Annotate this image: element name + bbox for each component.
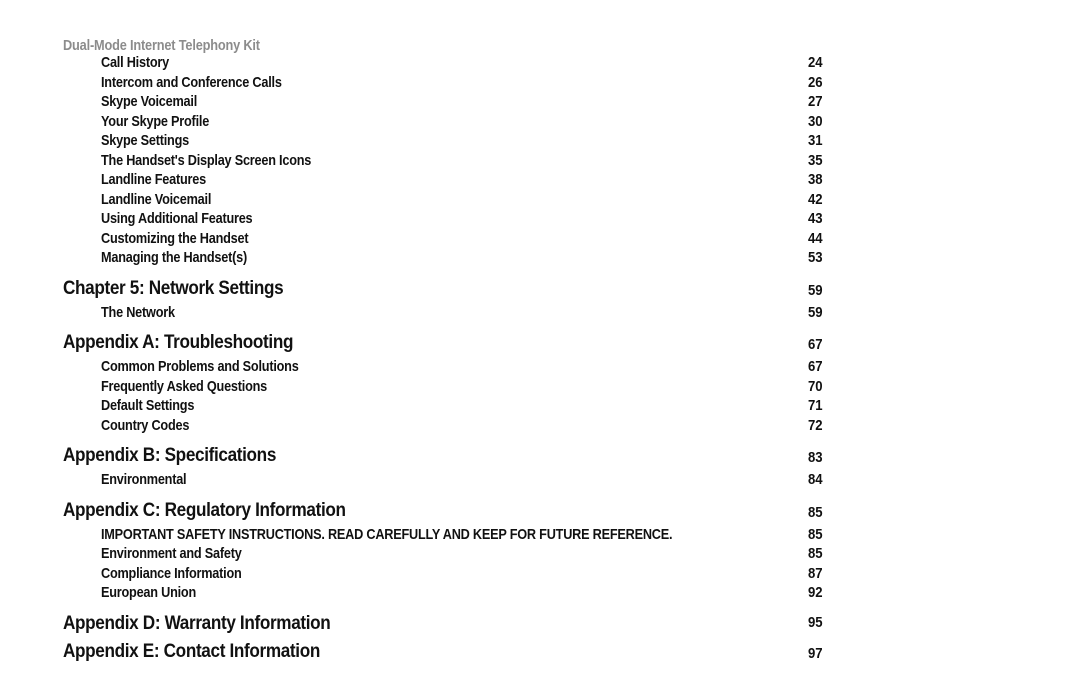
toc-entry-title: IMPORTANT SAFETY INSTRUCTIONS. READ CARE… bbox=[101, 526, 673, 543]
running-header: Dual-Mode Internet Telephony Kit bbox=[63, 38, 260, 54]
toc-chapter-row[interactable]: Appendix A: Troubleshooting 67 bbox=[0, 330, 1080, 354]
toc-page-number: 31 bbox=[808, 133, 823, 149]
toc-entry-row[interactable]: IMPORTANT SAFETY INSTRUCTIONS. READ CARE… bbox=[0, 526, 1080, 546]
toc-chapter-row[interactable]: Appendix B: Specifications 83 bbox=[0, 443, 1080, 467]
toc-chapter-row[interactable]: Appendix C: Regulatory Information 85 bbox=[0, 498, 1080, 522]
toc-entry-title: Landline Voicemail bbox=[101, 191, 212, 208]
toc-page-number: 24 bbox=[808, 55, 823, 71]
toc-chapter-title: Appendix A: Troubleshooting bbox=[63, 331, 294, 353]
toc-page-number: 92 bbox=[808, 585, 823, 601]
toc-entry-title: European Union bbox=[101, 585, 197, 601]
toc-page-number: 97 bbox=[808, 645, 823, 662]
toc-chapter-row[interactable]: Chapter 5: Network Settings 59 bbox=[0, 276, 1080, 300]
toc-page-number: 26 bbox=[808, 74, 823, 91]
toc-page-number: 27 bbox=[808, 94, 823, 110]
toc-page-number: 53 bbox=[808, 250, 823, 266]
toc-entry-row[interactable]: European Union 92 bbox=[0, 584, 1080, 604]
toc-page-number: 70 bbox=[808, 378, 823, 395]
toc-page-number: 38 bbox=[808, 172, 823, 188]
toc-entry-title: Skype Settings bbox=[101, 133, 189, 149]
toc-entry-row[interactable]: Compliance Information 87 bbox=[0, 565, 1080, 585]
toc-entry-row[interactable]: Country Codes 72 bbox=[0, 417, 1080, 437]
toc-entry-row[interactable]: Using Additional Features 43 bbox=[0, 210, 1080, 230]
toc-entry-row[interactable]: Skype Voicemail 27 bbox=[0, 93, 1080, 113]
table-of-contents: Call History 24 Intercom and Conference Ca… bbox=[0, 54, 1080, 667]
toc-page-number: 42 bbox=[808, 191, 823, 208]
toc-entry-title: The Network bbox=[101, 304, 175, 321]
toc-entry-row[interactable]: Landline Voicemail 42 bbox=[0, 191, 1080, 211]
toc-entry-title: Managing the Handset(s) bbox=[101, 250, 247, 266]
toc-page-number: 59 bbox=[808, 304, 823, 321]
toc-entry-row[interactable]: Intercom and Conference Calls 26 bbox=[0, 74, 1080, 94]
toc-entry-title: Customizing the Handset bbox=[101, 230, 249, 247]
toc-entry-title: Landline Features bbox=[101, 172, 206, 188]
toc-entry-title: Common Problems and Solutions bbox=[101, 359, 299, 375]
toc-chapter-row[interactable]: Appendix E: Contact Information 97 bbox=[0, 639, 1080, 663]
toc-entry-title: Using Additional Features bbox=[101, 211, 253, 227]
toc-entry-row[interactable]: The Handset's Display Screen Icons 35 bbox=[0, 152, 1080, 172]
toc-chapter-row[interactable]: Appendix D: Warranty Information 95 bbox=[0, 611, 1080, 634]
toc-page-number: 71 bbox=[808, 398, 823, 414]
toc-chapter-title: Appendix D: Warranty Information bbox=[63, 611, 331, 634]
toc-entry-row[interactable]: Your Skype Profile 30 bbox=[0, 113, 1080, 133]
toc-page-number: 87 bbox=[808, 565, 823, 582]
toc-entry-title: The Handset's Display Screen Icons bbox=[101, 152, 312, 169]
toc-chapter-title: Chapter 5: Network Settings bbox=[63, 276, 284, 299]
toc-entry-title: Default Settings bbox=[101, 398, 195, 414]
toc-chapter-title: Appendix C: Regulatory Information bbox=[63, 498, 346, 521]
toc-entry-row[interactable]: Skype Settings 31 bbox=[0, 132, 1080, 152]
toc-page-number: 84 bbox=[808, 472, 823, 488]
toc-entry-row[interactable]: Customizing the Handset 44 bbox=[0, 230, 1080, 250]
toc-entry-row[interactable]: Common Problems and Solutions 67 bbox=[0, 358, 1080, 378]
toc-page-number: 85 bbox=[808, 504, 823, 521]
toc-page-number: 43 bbox=[808, 211, 823, 227]
toc-entry-row[interactable]: The Network 59 bbox=[0, 304, 1080, 324]
toc-page-number: 35 bbox=[808, 152, 823, 169]
toc-entry-title: Your Skype Profile bbox=[101, 113, 210, 130]
toc-page-number: 44 bbox=[808, 230, 823, 247]
toc-page-number: 83 bbox=[808, 450, 823, 466]
toc-entry-title: Compliance Information bbox=[101, 565, 242, 582]
toc-entry-row[interactable]: Environmental 84 bbox=[0, 471, 1080, 491]
toc-entry-row[interactable]: Environment and Safety 85 bbox=[0, 545, 1080, 565]
toc-entry-row[interactable]: Call History 24 bbox=[0, 54, 1080, 74]
toc-entry-title: Frequently Asked Questions bbox=[101, 378, 268, 395]
toc-page-number: 67 bbox=[808, 359, 823, 375]
toc-entry-title: Skype Voicemail bbox=[101, 94, 198, 110]
toc-page-number: 85 bbox=[808, 546, 823, 562]
toc-entry-title: Call History bbox=[101, 55, 169, 71]
toc-entry-row[interactable]: Default Settings 71 bbox=[0, 397, 1080, 417]
toc-page-number: 72 bbox=[808, 417, 823, 434]
toc-entry-row[interactable]: Landline Features 38 bbox=[0, 171, 1080, 191]
toc-page-number: 85 bbox=[808, 526, 823, 543]
toc-chapter-title: Appendix E: Contact Information bbox=[63, 639, 320, 662]
toc-entry-title: Country Codes bbox=[101, 417, 190, 434]
toc-entry-row[interactable]: Managing the Handset(s) 53 bbox=[0, 249, 1080, 269]
toc-entry-title: Environmental bbox=[101, 472, 187, 488]
toc-entry-title: Environment and Safety bbox=[101, 546, 242, 562]
document-page: Dual-Mode Internet Telephony Kit Call Hi… bbox=[0, 0, 1080, 698]
toc-entry-row[interactable]: Frequently Asked Questions 70 bbox=[0, 378, 1080, 398]
toc-entry-title: Intercom and Conference Calls bbox=[101, 74, 282, 91]
toc-page-number: 95 bbox=[808, 614, 823, 631]
toc-page-number: 30 bbox=[808, 113, 823, 130]
toc-page-number: 59 bbox=[808, 282, 823, 299]
toc-chapter-title: Appendix B: Specifications bbox=[63, 444, 277, 466]
toc-page-number: 67 bbox=[808, 337, 823, 353]
